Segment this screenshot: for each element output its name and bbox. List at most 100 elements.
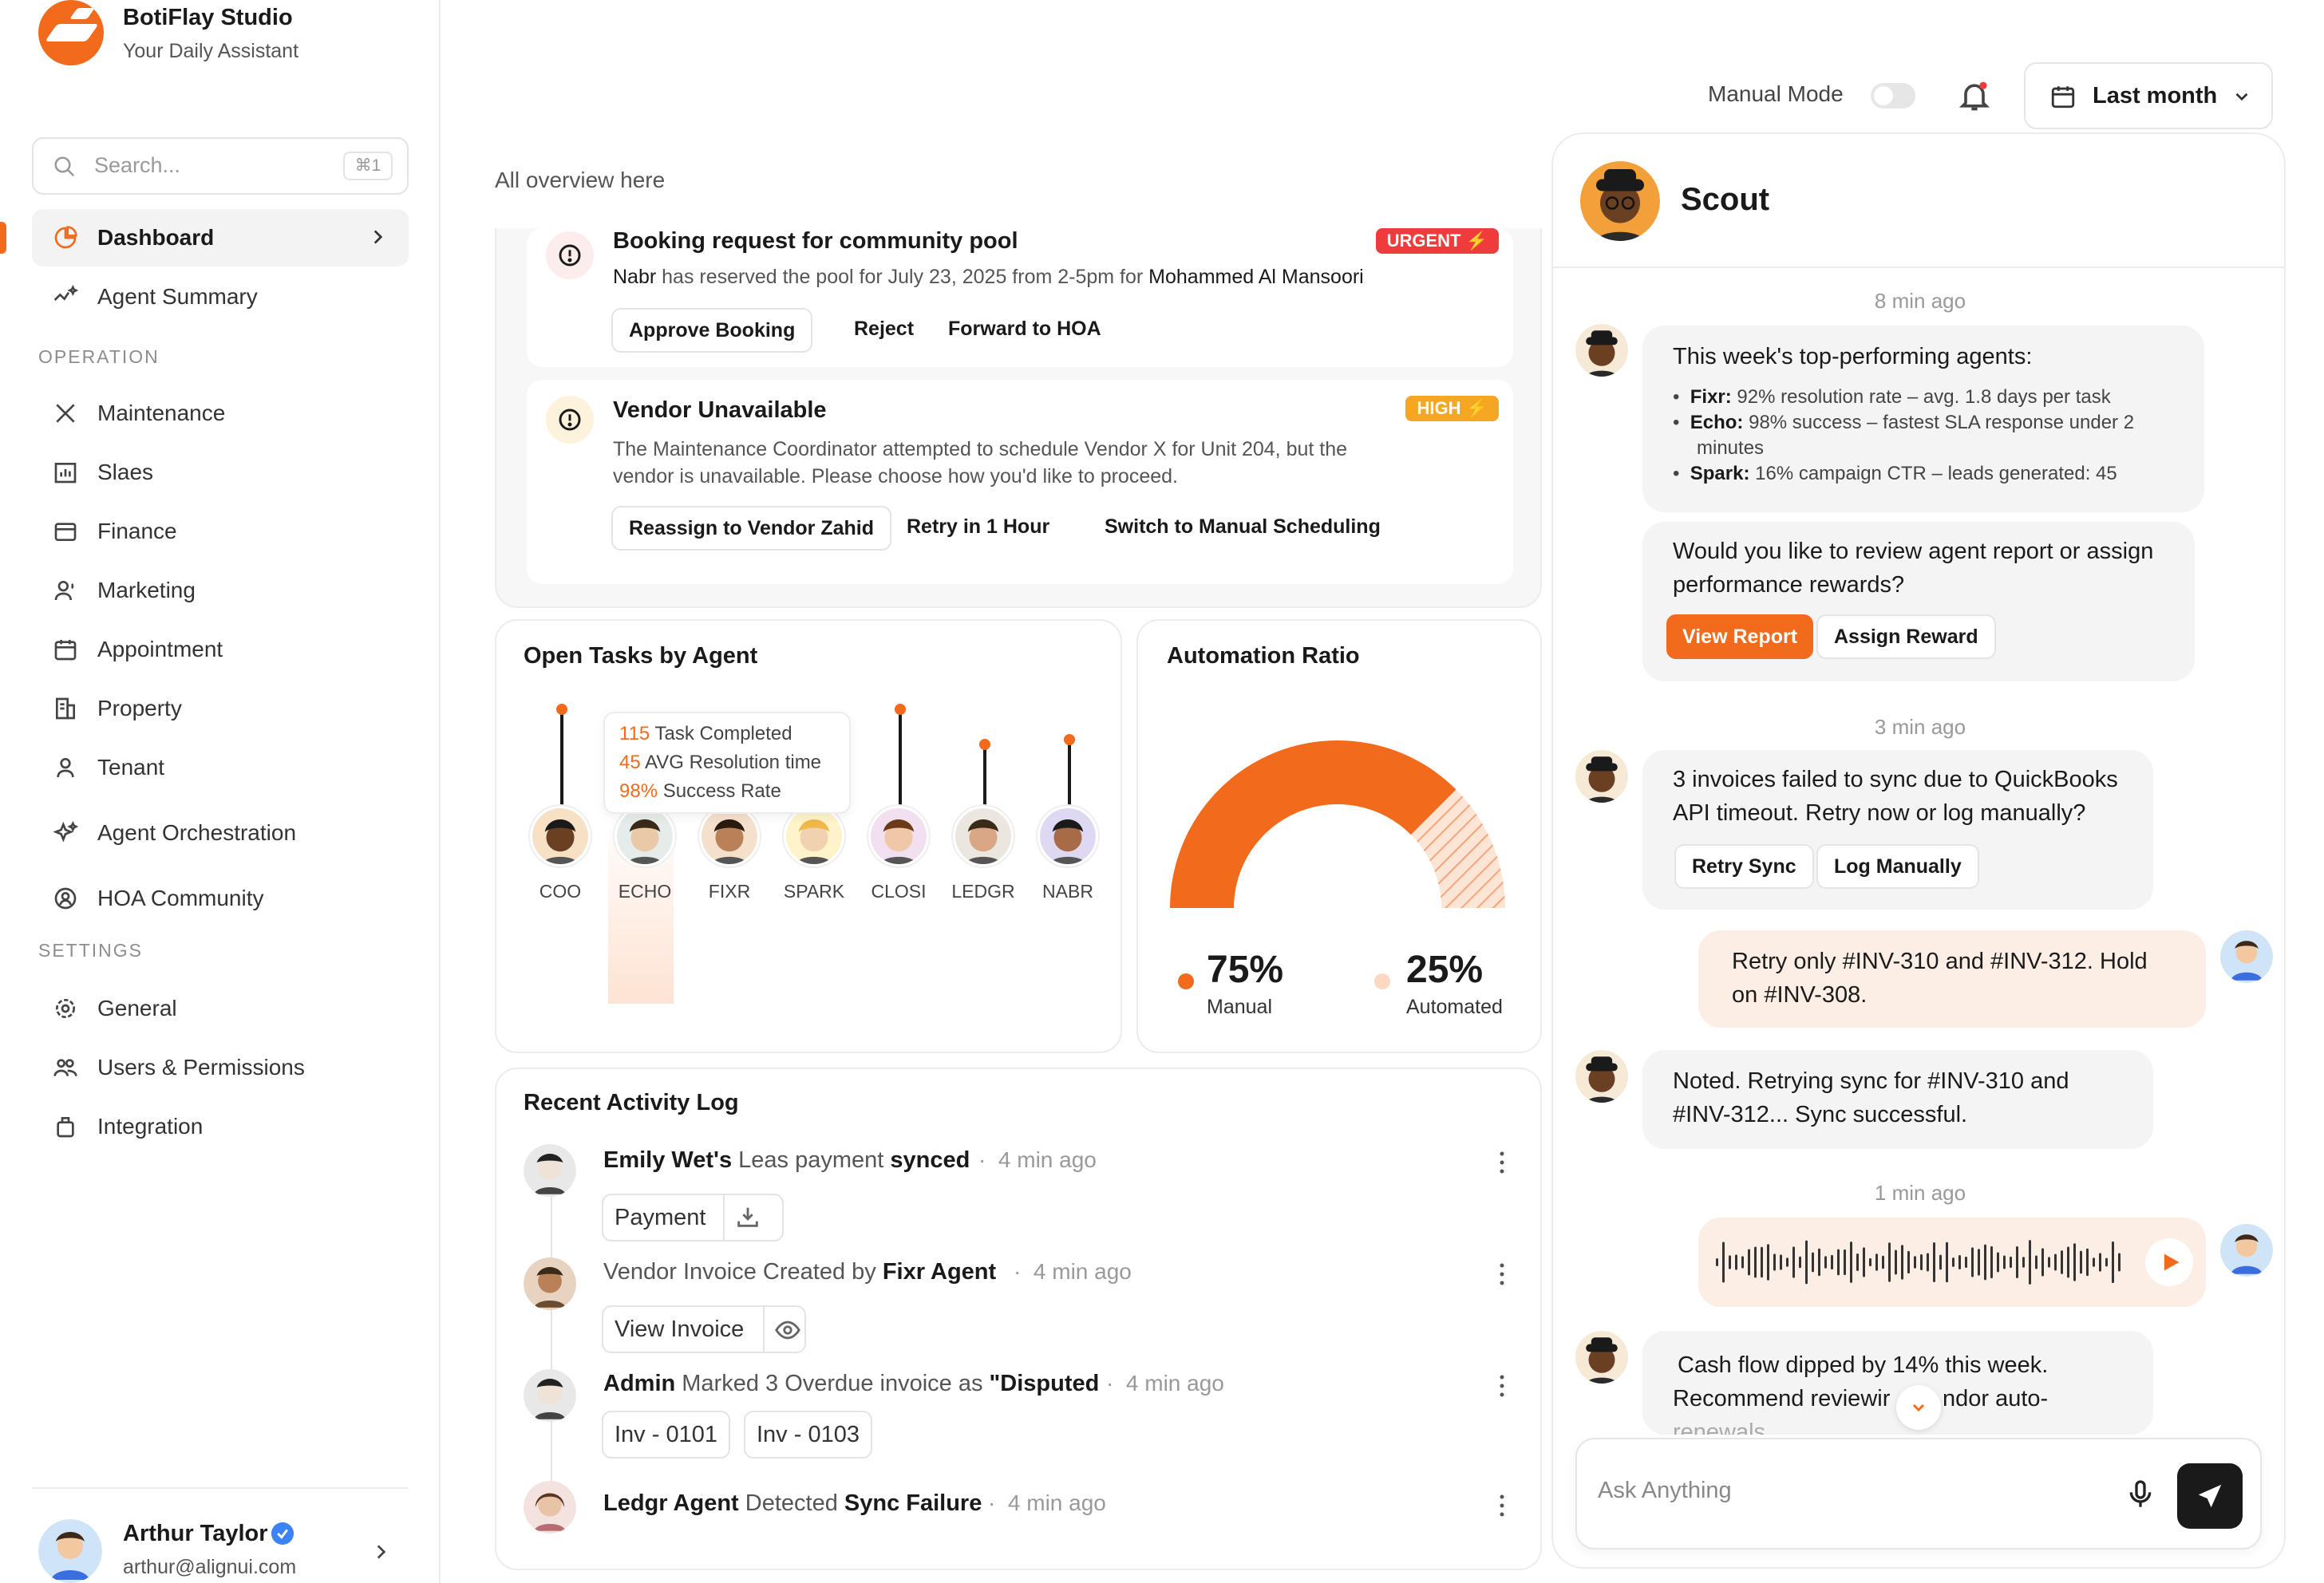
download-icon[interactable] — [734, 1203, 761, 1230]
alert-icon — [546, 396, 594, 444]
message-text: Cash flow dipped by 14% this week. — [1678, 1352, 2049, 1378]
bullet-list: • Fixr: 92% resolution rate – avg. 1.8 d… — [1673, 386, 2135, 484]
sidebar-item-label: Agent Orchestration — [97, 820, 297, 845]
user-name: Arthur Taylor — [123, 1521, 268, 1546]
wave-bar — [1812, 1252, 1814, 1273]
tooltip-value: 45 — [619, 752, 641, 773]
sidebar-item-property[interactable]: Property — [32, 680, 409, 737]
wave-bar — [1920, 1253, 1923, 1271]
chat-input[interactable]: Ask Anything — [1575, 1438, 2262, 1549]
agent-avatar[interactable] — [868, 806, 929, 867]
activity-text: Ledgr Agent Detected Sync Failure — [603, 1490, 982, 1516]
tooltip-label: Task Completed — [654, 723, 792, 744]
sidebar-item-hoa-community[interactable]: HOA Community — [32, 870, 409, 927]
panel-title: Automation Ratio — [1167, 643, 1360, 669]
play-button[interactable] — [2145, 1238, 2193, 1286]
automation-ratio-panel: Automation Ratio 75% Manual 25% Automate… — [1136, 619, 1542, 1053]
microphone-icon[interactable] — [2124, 1474, 2156, 1513]
bell-icon[interactable] — [1957, 78, 1992, 113]
sidebar-item-maintenance[interactable]: Maintenance — [32, 385, 409, 442]
message-text: API timeout. Retry now or log manually? — [1673, 800, 2086, 826]
activity-text: Emily Wet's Leas payment synced — [603, 1147, 970, 1173]
message-text: Recommend reviewir — [1673, 1386, 1891, 1411]
retry-in-hour-button[interactable]: Retry in 1 Hour — [907, 506, 1049, 551]
wave-bar — [2029, 1240, 2031, 1285]
more-icon[interactable] — [1499, 1262, 1505, 1286]
wave-bar — [2003, 1255, 2006, 1269]
avatar — [2220, 930, 2273, 983]
wave-bar — [1914, 1256, 1916, 1269]
scroll-down-button[interactable] — [1896, 1385, 1941, 1430]
agent-avatar[interactable] — [699, 806, 760, 867]
date-range-value: Last month — [2093, 83, 2218, 109]
active-indicator — [0, 222, 6, 254]
sidebar-item-appointment[interactable]: Appointment — [32, 621, 409, 678]
user-voice-icon — [54, 581, 74, 601]
search-icon — [54, 156, 75, 177]
sidebar-item-agent-orchestration[interactable]: Agent Orchestration — [32, 804, 409, 862]
reject-button[interactable]: Reject — [854, 308, 914, 353]
switch-manual-scheduling-button[interactable]: Switch to Manual Scheduling — [1105, 506, 1381, 551]
approve-booking-button[interactable]: Approve Booking — [611, 308, 813, 353]
sidebar-item-integration[interactable]: Integration — [32, 1098, 409, 1155]
sidebar-item-users-permissions[interactable]: Users & Permissions — [32, 1039, 409, 1096]
view-report-button[interactable]: View Report — [1666, 614, 1814, 659]
agent-avatar[interactable] — [953, 806, 1014, 867]
manual-mode-toggle[interactable] — [1871, 83, 1915, 109]
app-logo — [38, 0, 104, 65]
automation-gauge — [1170, 740, 1505, 908]
log-manually-button[interactable]: Log Manually — [1816, 844, 1979, 889]
user-profile[interactable]: Arthur Taylor arthur@alignui.com — [32, 1487, 409, 1583]
agent-avatar[interactable] — [530, 806, 591, 867]
chevron-right-icon — [377, 1545, 386, 1559]
message-text: 3 invoices failed to sync due to QuickBo… — [1673, 767, 2118, 792]
assign-reward-button[interactable]: Assign Reward — [1816, 614, 1996, 659]
wave-bar — [1856, 1253, 1859, 1272]
agent-avatar[interactable] — [1038, 806, 1098, 867]
avatar — [1575, 750, 1628, 803]
chip-divider — [763, 1307, 765, 1352]
user-icon — [57, 758, 74, 778]
forward-to-hoa-button[interactable]: Forward to HOA — [948, 308, 1101, 353]
manual-arc — [1170, 740, 1456, 908]
sidebar-item-finance[interactable]: Finance — [32, 503, 409, 560]
wave-bar — [2048, 1257, 2050, 1268]
sidebar-item-marketing[interactable]: Marketing — [32, 562, 409, 619]
wave-bar — [1844, 1249, 1846, 1276]
agent-avatar[interactable] — [615, 806, 675, 867]
avatar — [1575, 324, 1628, 377]
agent-avatar[interactable] — [784, 806, 844, 867]
sidebar-item-dashboard[interactable]: Dashboard — [32, 209, 409, 266]
sidebar-item-agent-summary[interactable]: Agent Summary — [32, 268, 409, 326]
timestamp: 8 min ago — [1874, 289, 1966, 313]
invoice-chip[interactable]: Inv - 0101 — [602, 1411, 730, 1459]
more-icon[interactable] — [1499, 1151, 1505, 1174]
wave-bar — [1850, 1242, 1852, 1283]
panel-title: Open Tasks by Agent — [524, 643, 758, 669]
more-icon[interactable] — [1499, 1374, 1505, 1398]
sidebar-item-general[interactable]: General — [32, 980, 409, 1037]
sidebar-item-label: General — [97, 996, 177, 1020]
send-button[interactable] — [2177, 1463, 2243, 1529]
date-range-select[interactable]: Last month — [2024, 62, 2273, 129]
reassign-vendor-button[interactable]: Reassign to Vendor Zahid — [611, 506, 891, 551]
message-text: renewals. — [1673, 1419, 1773, 1435]
sparkle-chart-icon — [53, 285, 78, 301]
sidebar-item-slaes[interactable]: Slaes — [32, 444, 409, 501]
sidebar-item-tenant[interactable]: Tenant — [32, 739, 409, 796]
wave-bar — [1958, 1254, 1961, 1270]
notification-description-line: vendor is unavailable. Please choose how… — [613, 465, 1178, 488]
retry-sync-button[interactable]: Retry Sync — [1674, 844, 1814, 889]
sidebar-item-label: Property — [97, 696, 182, 720]
more-icon[interactable] — [1499, 1494, 1505, 1518]
notifications-panel: Booking request for community pool URGEN… — [495, 228, 1542, 608]
automated-legend-dot — [1374, 973, 1390, 989]
sidebar-item-label: Tenant — [97, 755, 165, 780]
eye-icon[interactable] — [774, 1317, 801, 1344]
activity-time: · 4 min ago — [978, 1147, 1097, 1172]
message-text: Noted. Retrying sync for #INV-310 and — [1673, 1068, 2069, 1094]
automated-label: Automated — [1406, 996, 1503, 1018]
invoice-chip[interactable]: Inv - 0103 — [744, 1411, 872, 1459]
search-input[interactable]: Search... ⌘1 — [32, 137, 409, 195]
automated-value: 25% — [1406, 949, 1484, 991]
